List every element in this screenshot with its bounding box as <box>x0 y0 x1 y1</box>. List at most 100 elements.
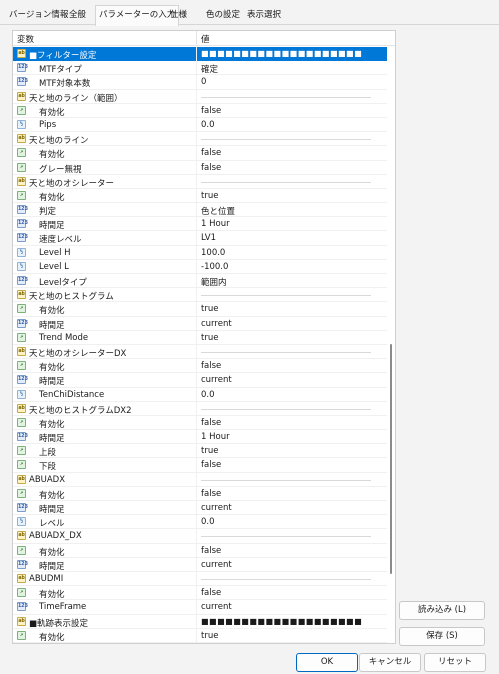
table-row[interactable]: ab 天と地のオシレーターDX <box>13 344 387 360</box>
row-value[interactable]: 1 Hour <box>201 219 230 229</box>
table-row[interactable]: ↗ 下段 false <box>13 458 387 473</box>
table-row[interactable]: ab 天と地のオシレーター <box>13 174 387 189</box>
load-button[interactable]: 読み込み (L) <box>399 601 485 620</box>
reset-button[interactable]: リセット <box>424 653 486 672</box>
table-row[interactable]: 123 MTF対象本数 0 <box>13 75 387 90</box>
row-value[interactable]: false <box>201 588 221 598</box>
table-row[interactable]: ½ TenChiDistance 0.0 <box>13 387 387 402</box>
table-row[interactable]: ½ レベル 0.0 <box>13 515 387 530</box>
table-row[interactable]: ab 天と地のヒストグラム <box>13 288 387 303</box>
row-variable-name: ABUADX_DX <box>29 531 82 542</box>
vertical-scrollbar[interactable] <box>387 46 395 643</box>
table-row[interactable]: ab ■フィルター設定 ■■■■■■■■■■■■■■■■■■■■ <box>13 47 387 62</box>
table-row[interactable]: ab ABUADX <box>13 472 387 487</box>
row-variable-name: 時間足 <box>39 221 65 232</box>
row-value[interactable]: current <box>201 375 232 385</box>
string-type-icon: ab <box>17 531 26 541</box>
table-row[interactable]: ↗ 有効化 false <box>13 486 387 501</box>
row-value[interactable]: true <box>201 191 218 201</box>
table-row[interactable]: ½ Level L -100.0 <box>13 259 387 274</box>
row-value[interactable]: 確定 <box>201 63 218 75</box>
row-value[interactable]: true <box>201 446 218 456</box>
row-value[interactable]: 色と位置 <box>201 205 235 217</box>
row-value[interactable]: current <box>201 503 232 513</box>
row-value[interactable]: -100.0 <box>201 262 228 272</box>
table-row[interactable]: 123 時間足 1 Hour <box>13 217 387 232</box>
row-value[interactable]: ■■■■■■■■■■■■■■■■■■■■ <box>201 49 362 58</box>
row-value[interactable]: true <box>201 333 218 343</box>
row-variable-name: Level L <box>39 261 69 272</box>
row-value[interactable]: current <box>201 602 232 612</box>
table-row[interactable]: ↗ 有効化 false <box>13 146 387 161</box>
row-value[interactable]: true <box>201 304 218 314</box>
row-value[interactable]: 1 Hour <box>201 432 230 442</box>
table-row[interactable]: 123 速度レベル LV1 <box>13 231 387 246</box>
table-row[interactable]: ↗ 有効化 true <box>13 628 387 643</box>
tab-display-select[interactable]: 表示選択 <box>244 8 284 25</box>
table-row[interactable]: ↗ グレー無視 false <box>13 160 387 175</box>
row-value[interactable]: false <box>201 106 221 116</box>
row-value[interactable]: 0.0 <box>201 120 215 130</box>
row-value[interactable]: false <box>201 460 221 470</box>
tab-version-info[interactable]: バージョン情報 <box>6 8 71 25</box>
table-row[interactable]: ↗ 有効化 true <box>13 188 387 204</box>
tab-color-settings[interactable]: 色の設定 <box>203 8 243 25</box>
row-value[interactable]: 100.0 <box>201 248 225 258</box>
table-row[interactable]: ↗ Trend Mode true <box>13 330 387 345</box>
table-row[interactable]: ab ABUDMI <box>13 571 387 587</box>
cancel-button[interactable]: キャンセル <box>359 653 421 672</box>
table-row[interactable]: ab 天と地のライン（範囲） <box>13 89 387 104</box>
table-row[interactable]: 123 時間足 current <box>13 557 387 572</box>
table-row[interactable]: ½ Pips 0.0 <box>13 117 387 133</box>
row-value[interactable]: 0.0 <box>201 517 215 527</box>
ok-button[interactable]: OK <box>296 653 358 672</box>
table-row[interactable]: 123 時間足 1 Hour <box>13 430 387 445</box>
table-row[interactable]: ab ■軌跡表示設定 ■■■■■■■■■■■■■■■■■■■■ <box>13 614 387 629</box>
row-value[interactable]: false <box>201 361 221 371</box>
row-value[interactable]: true <box>201 631 218 641</box>
row-variable-name: ABUADX <box>29 474 66 485</box>
save-button[interactable]: 保存 (S) <box>399 627 485 646</box>
column-header-value[interactable]: 値 <box>201 33 210 45</box>
row-variable-name: 判定 <box>39 207 57 218</box>
table-row[interactable]: ↗ 有効化 false <box>13 586 387 601</box>
table-row[interactable]: 123 時間足 current <box>13 316 387 331</box>
table-row[interactable]: ↗ 有効化 false <box>13 359 387 374</box>
table-row[interactable]: ab 天と地のライン <box>13 132 387 147</box>
row-value[interactable]: 0.0 <box>201 390 215 400</box>
table-row[interactable]: ↗ 有効化 false <box>13 103 387 118</box>
row-variable-name: 天と地のオシレーターDX <box>29 348 127 359</box>
row-value[interactable]: LV1 <box>201 233 216 243</box>
integer-type-icon: 123 <box>17 432 28 442</box>
table-row[interactable]: ↗ 有効化 true <box>13 302 387 317</box>
table-row[interactable]: 123 時間足 current <box>13 373 387 388</box>
table-row[interactable]: ↗ 上段 true <box>13 444 387 459</box>
table-row[interactable]: 123 判定 色と位置 <box>13 203 387 218</box>
table-row[interactable]: 123 時間足 current <box>13 501 387 516</box>
column-header-variable[interactable]: 変数 <box>17 33 34 45</box>
row-value[interactable]: current <box>201 560 232 570</box>
row-value[interactable]: false <box>201 148 221 158</box>
tab-spec[interactable]: 仕様 <box>167 8 190 25</box>
integer-type-icon: 123 <box>17 233 28 243</box>
row-value[interactable]: ■■■■■■■■■■■■■■■■■■■■ <box>201 617 362 626</box>
table-row[interactable]: ½ Level H 100.0 <box>13 245 387 260</box>
table-row[interactable]: ab 天と地のヒストグラムDX2 <box>13 401 387 416</box>
row-value[interactable]: false <box>201 163 221 173</box>
row-value[interactable]: 範囲内 <box>201 276 227 288</box>
table-row[interactable]: ↗ 有効化 false <box>13 543 387 558</box>
row-value[interactable]: false <box>201 418 221 428</box>
table-row[interactable]: 123 TimeFrame current <box>13 600 387 615</box>
bool-type-icon: ↗ <box>17 588 26 598</box>
row-value[interactable]: 0 <box>201 77 206 87</box>
tab-general[interactable]: 全般 <box>66 8 89 25</box>
integer-type-icon: 123 <box>17 276 28 285</box>
scrollbar-thumb[interactable] <box>390 344 392 574</box>
table-row[interactable]: ab ABUADX_DX <box>13 529 387 544</box>
row-value[interactable]: false <box>201 546 221 556</box>
row-value[interactable]: current <box>201 319 232 329</box>
table-row[interactable]: ↗ 有効化 false <box>13 415 387 431</box>
row-value[interactable]: false <box>201 489 221 499</box>
table-row[interactable]: 123 Levelタイプ 範囲内 <box>13 274 387 289</box>
table-row[interactable]: 123 MTFタイプ 確定 <box>13 61 387 76</box>
